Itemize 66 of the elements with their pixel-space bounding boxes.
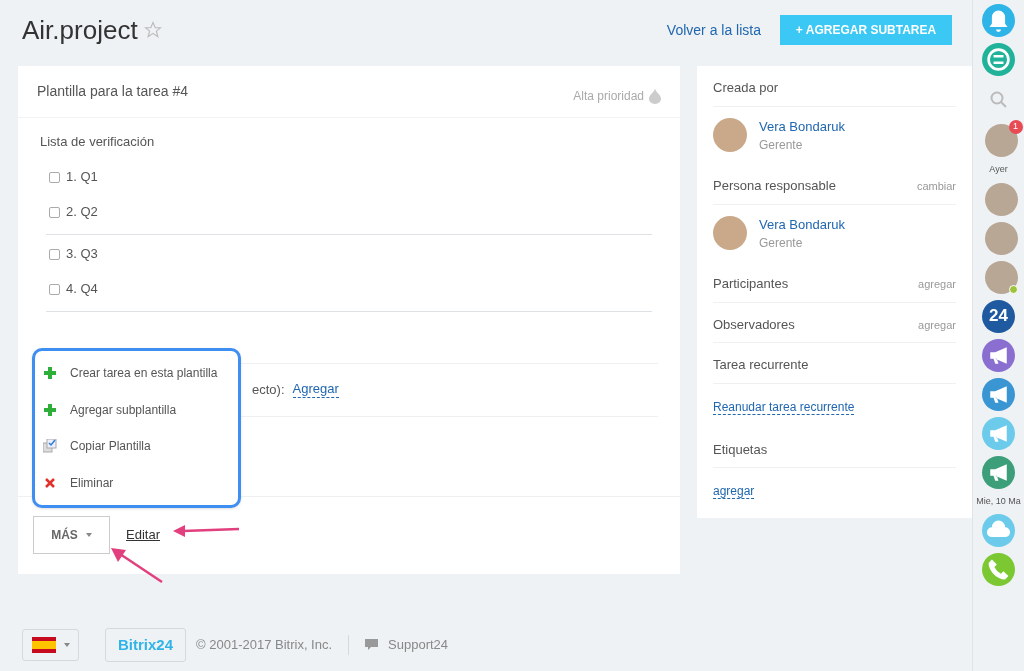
date-label: Mie, 10 Ma	[976, 494, 1021, 508]
contact-avatar[interactable]	[984, 124, 1018, 157]
section-label: Etiquetas	[713, 440, 768, 459]
checkbox[interactable]	[49, 283, 60, 295]
person-name-link[interactable]: Vera Bondaruk	[759, 214, 845, 234]
megaphone-icon[interactable]	[982, 455, 1015, 489]
checkbox[interactable]	[49, 248, 60, 260]
bell-icon[interactable]	[982, 4, 1015, 37]
checklist-item: 1. Q1	[66, 168, 98, 187]
search-icon[interactable]	[988, 90, 1009, 110]
support-link[interactable]: Support24	[388, 635, 449, 655]
person-role: Gerente	[759, 137, 804, 154]
pointer-arrow	[108, 546, 164, 584]
checkbox[interactable]	[49, 171, 60, 183]
project-row-label: ecto):	[252, 380, 285, 399]
contact-avatar[interactable]	[984, 221, 1018, 255]
date-label: Ayer	[989, 163, 1008, 176]
back-link[interactable]: Volver a la lista	[666, 19, 761, 41]
edit-link[interactable]: Editar	[126, 524, 160, 545]
cloud-icon[interactable]	[982, 514, 1015, 547]
megaphone-icon[interactable]	[982, 416, 1015, 450]
priority-label: Alta prioridad	[573, 87, 644, 105]
section-label: Tarea recurrente	[713, 356, 809, 374]
star-icon[interactable]	[143, 21, 162, 39]
section-label: Creada por	[713, 79, 779, 97]
menu-item[interactable]: Eliminar	[43, 467, 230, 498]
more-button[interactable]: MÁS	[33, 515, 110, 554]
plus-icon	[44, 403, 56, 416]
caret-icon	[63, 643, 70, 647]
copy-icon	[43, 439, 57, 454]
menu-item[interactable]: Copiar Plantilla	[43, 431, 230, 462]
checklist-item: 3. Q3	[66, 245, 98, 264]
section-label: Persona responsable	[713, 177, 836, 195]
phone-icon[interactable]	[982, 553, 1015, 586]
megaphone-icon[interactable]	[982, 377, 1015, 411]
section-label: Observadores	[713, 315, 795, 334]
person-avatar	[713, 118, 747, 153]
language-selector[interactable]	[22, 629, 79, 661]
checkbox[interactable]	[49, 206, 60, 218]
section-label: Participantes	[713, 275, 789, 293]
menu-item[interactable]: Crear tarea en esta plantilla	[43, 358, 230, 389]
flag-icon	[31, 637, 56, 653]
delete-icon	[45, 477, 55, 488]
chat-icon[interactable]	[982, 43, 1015, 76]
add-link[interactable]: Agregar	[292, 380, 339, 399]
person-role: Gerente	[759, 235, 804, 252]
resume-recurring-link[interactable]: Reanudar tarea recurrente	[713, 399, 855, 415]
copyright-text: © 2001-2017 Bitrix, Inc.	[196, 636, 333, 655]
caret-icon	[85, 532, 92, 537]
person-avatar	[713, 216, 747, 251]
add-tag-link[interactable]: agregar	[713, 484, 755, 499]
pointer-arrow	[171, 523, 241, 537]
chat-bubble-icon	[365, 639, 379, 651]
checklist-item: 2. Q2	[66, 203, 98, 222]
checklist-title: Lista de verificación	[40, 133, 156, 151]
task-title: Plantilla para la tarea #4	[37, 82, 188, 101]
plus-icon	[44, 367, 56, 380]
person-name-link[interactable]: Vera Bondaruk	[759, 116, 845, 136]
contact-avatar[interactable]	[984, 182, 1018, 216]
checklist-item: 4. Q4	[66, 280, 98, 299]
notification-badge: 1	[1008, 120, 1023, 134]
menu-item[interactable]: Agregar subplantilla	[43, 394, 230, 425]
app-button[interactable]: 24	[982, 299, 1015, 333]
page-title: Air.project	[22, 13, 138, 47]
contact-avatar[interactable]	[984, 260, 1018, 294]
megaphone-icon[interactable]	[982, 338, 1015, 372]
